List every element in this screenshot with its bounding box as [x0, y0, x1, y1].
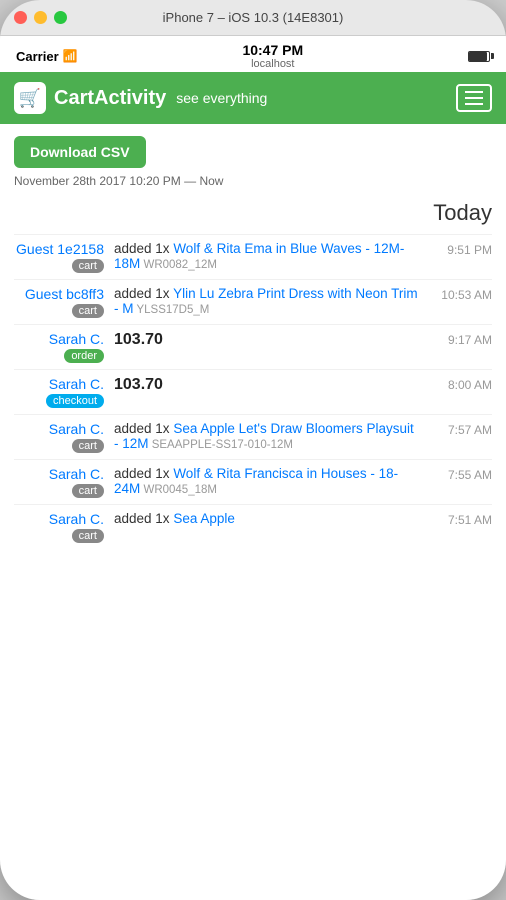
activity-user-section: Guest bc8ff3 cart	[14, 286, 104, 318]
activity-description: added 1x Ylin Lu Zebra Print Dress with …	[114, 286, 418, 316]
activity-description: added 1x Wolf & Rita Ema in Blue Waves -…	[114, 241, 418, 271]
activity-sku: YLSS17D5_M	[134, 304, 210, 316]
activity-time: 7:51 AM	[424, 511, 492, 527]
user-link[interactable]: Guest bc8ff3	[25, 286, 104, 302]
activity-text: added 1x	[114, 241, 173, 256]
hamburger-button[interactable]	[456, 84, 492, 112]
download-csv-button[interactable]: Download CSV	[14, 136, 146, 168]
status-right	[468, 51, 490, 62]
activity-time: 10:53 AM	[424, 286, 492, 302]
minimize-button[interactable]	[34, 11, 47, 24]
logo-icon: 🛒	[19, 88, 41, 109]
app-subtitle: see everything	[176, 90, 267, 106]
activity-description: 103.70	[114, 331, 418, 349]
activity-time: 7:55 AM	[424, 466, 492, 482]
user-link[interactable]: Sarah C.	[49, 511, 104, 527]
carrier-label: Carrier	[16, 49, 59, 64]
activity-badge: cart	[72, 529, 104, 543]
user-link[interactable]: Sarah C.	[49, 331, 104, 347]
activity-user-section: Sarah C. order	[14, 331, 104, 363]
app-logo: 🛒	[14, 82, 46, 114]
window-controls	[14, 11, 67, 24]
activity-text: added 1x	[114, 286, 173, 301]
activity-user-section: Guest 1e2158 cart	[14, 241, 104, 273]
maximize-button[interactable]	[54, 11, 67, 24]
activity-badge: order	[64, 349, 104, 363]
activity-user-section: Sarah C. cart	[14, 466, 104, 498]
phone-frame: iPhone 7 – iOS 10.3 (14E8301) Carrier 📶 …	[0, 0, 506, 900]
activity-time: 7:57 AM	[424, 421, 492, 437]
activity-text: added 1x	[114, 466, 173, 481]
activity-badge: cart	[72, 439, 104, 453]
activity-item: Sarah C. checkout 103.70 8:00 AM	[14, 369, 492, 414]
activity-badge: cart	[72, 304, 104, 318]
activity-text: added 1x	[114, 511, 173, 526]
battery-icon	[468, 51, 490, 62]
activity-sku: WR0082_12M	[140, 259, 217, 271]
activity-description: 103.70	[114, 376, 418, 394]
status-time: 10:47 PM	[242, 42, 303, 58]
activity-description: added 1x Wolf & Rita Francisca in Houses…	[114, 466, 418, 496]
activity-badge: cart	[72, 259, 104, 273]
activity-item: Guest bc8ff3 cart added 1x Ylin Lu Zebra P…	[14, 279, 492, 324]
activity-sku: WR0045_18M	[140, 484, 217, 496]
user-link[interactable]: Guest 1e2158	[16, 241, 104, 257]
status-left: Carrier 📶	[16, 49, 78, 64]
window-titlebar: iPhone 7 – iOS 10.3 (14E8301)	[0, 0, 506, 36]
section-today: Today	[14, 200, 492, 226]
activity-description: added 1x Sea Apple Let's Draw Bloomers P…	[114, 421, 418, 451]
activity-user-section: Sarah C. checkout	[14, 376, 104, 408]
date-range: November 28th 2017 10:20 PM — Now	[14, 174, 492, 188]
app-header-left: 🛒 CartActivity see everything	[14, 82, 267, 114]
app-header: 🛒 CartActivity see everything	[0, 72, 506, 124]
activity-item: Sarah C. cart added 1x Wolf & Rita Francis…	[14, 459, 492, 504]
activity-item: Sarah C. order 103.70 9:17 AM	[14, 324, 492, 369]
iphone-screen: Carrier 📶 10:47 PM localhost 🛒 CartActiv…	[0, 36, 506, 900]
activity-user-section: Sarah C. cart	[14, 511, 104, 543]
window-title: iPhone 7 – iOS 10.3 (14E8301)	[163, 10, 344, 25]
product-link[interactable]: Sea Apple	[173, 511, 235, 526]
activity-list: Guest 1e2158 cart added 1x Wolf & Rita Ema…	[14, 234, 492, 549]
status-center: 10:47 PM localhost	[242, 42, 303, 70]
activity-item: Sarah C. cart added 1x Sea Apple Let's Dra…	[14, 414, 492, 459]
wifi-icon: 📶	[63, 49, 78, 63]
activity-sku: SEAAPPLE-SS17-010-12M	[149, 439, 293, 451]
user-link[interactable]: Sarah C.	[49, 466, 104, 482]
user-link[interactable]: Sarah C.	[49, 376, 104, 392]
activity-time: 9:51 PM	[424, 241, 492, 257]
status-url: localhost	[242, 58, 303, 70]
app-title: CartActivity	[54, 87, 166, 110]
app-content[interactable]: Download CSV November 28th 2017 10:20 PM…	[0, 124, 506, 900]
activity-badge: checkout	[46, 394, 104, 408]
hamburger-line-3	[465, 103, 483, 105]
activity-time: 9:17 AM	[424, 331, 492, 347]
user-link[interactable]: Sarah C.	[49, 421, 104, 437]
activity-item: Sarah C. cart added 1x Sea Apple 7:51 AM	[14, 504, 492, 549]
activity-user-section: Sarah C. cart	[14, 421, 104, 453]
battery-fill	[469, 52, 487, 61]
activity-item: Guest 1e2158 cart added 1x Wolf & Rita Ema…	[14, 234, 492, 279]
hamburger-line-1	[465, 91, 483, 93]
status-bar: Carrier 📶 10:47 PM localhost	[0, 36, 506, 72]
activity-amount: 103.70	[114, 331, 418, 349]
hamburger-line-2	[465, 97, 483, 99]
activity-time: 8:00 AM	[424, 376, 492, 392]
activity-badge: cart	[72, 484, 104, 498]
activity-text: added 1x	[114, 421, 173, 436]
activity-amount: 103.70	[114, 376, 418, 394]
close-button[interactable]	[14, 11, 27, 24]
activity-description: added 1x Sea Apple	[114, 511, 418, 526]
